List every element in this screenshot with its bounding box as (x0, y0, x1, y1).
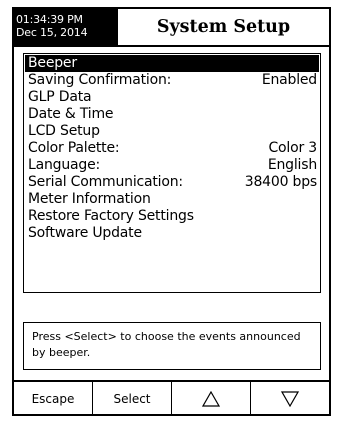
meter-screen: 01:34:39 PM Dec 15, 2014 System Setup Be… (12, 7, 331, 416)
menu-item-restore-factory-settings[interactable]: Restore Factory Settings (25, 208, 319, 225)
menu-item-value: Color 3 (268, 140, 317, 156)
menu-item-value: 38400 bps (244, 174, 317, 190)
triangle-up-icon (202, 391, 220, 407)
menu-item-date-time[interactable]: Date & Time (25, 106, 319, 123)
menu-item-serial-communication[interactable]: Serial Communication: 38400 bps (25, 174, 319, 191)
menu-item-label: Meter Information (28, 191, 151, 207)
menu-item-label: Date & Time (28, 106, 114, 122)
menu-item-label: Software Update (28, 225, 142, 241)
softkey-bar: Escape Select (14, 380, 329, 416)
menu-item-meter-information[interactable]: Meter Information (25, 191, 319, 208)
date-text: Dec 15, 2014 (16, 26, 88, 39)
up-button[interactable] (172, 382, 251, 416)
escape-button[interactable]: Escape (14, 382, 93, 416)
menu-item-lcd-setup[interactable]: LCD Setup (25, 123, 319, 140)
setup-menu: Beeper Saving Confirmation: Enabled GLP … (23, 53, 321, 293)
menu-item-label: Color Palette: (28, 140, 120, 156)
menu-item-label: Serial Communication: (28, 174, 183, 190)
menu-item-label: Beeper (28, 55, 77, 71)
select-button[interactable]: Select (93, 382, 172, 416)
triangle-down-icon (281, 391, 299, 407)
menu-item-label: LCD Setup (28, 123, 100, 139)
menu-item-software-update[interactable]: Software Update (25, 225, 319, 242)
menu-item-value: Enabled (261, 72, 317, 88)
time-text: 01:34:39 PM (16, 13, 83, 26)
header-bar: 01:34:39 PM Dec 15, 2014 System Setup (14, 9, 329, 47)
select-button-label: Select (113, 392, 151, 406)
escape-button-label: Escape (31, 392, 75, 406)
menu-item-beeper[interactable]: Beeper (25, 55, 319, 72)
menu-item-value: English (267, 157, 317, 173)
menu-item-saving-confirmation[interactable]: Saving Confirmation: Enabled (25, 72, 319, 89)
menu-item-label: GLP Data (28, 89, 92, 105)
menu-item-language[interactable]: Language: English (25, 157, 319, 174)
menu-item-label: Language: (28, 157, 101, 173)
menu-item-color-palette[interactable]: Color Palette: Color 3 (25, 140, 319, 157)
menu-item-label: Restore Factory Settings (28, 208, 194, 224)
datetime-display: 01:34:39 PM Dec 15, 2014 (14, 9, 118, 45)
help-message: Press <Select> to choose the events anno… (23, 322, 321, 370)
menu-item-label: Saving Confirmation: (28, 72, 172, 88)
page-title: System Setup (156, 17, 291, 37)
down-button[interactable] (251, 382, 329, 416)
menu-item-glp-data[interactable]: GLP Data (25, 89, 319, 106)
